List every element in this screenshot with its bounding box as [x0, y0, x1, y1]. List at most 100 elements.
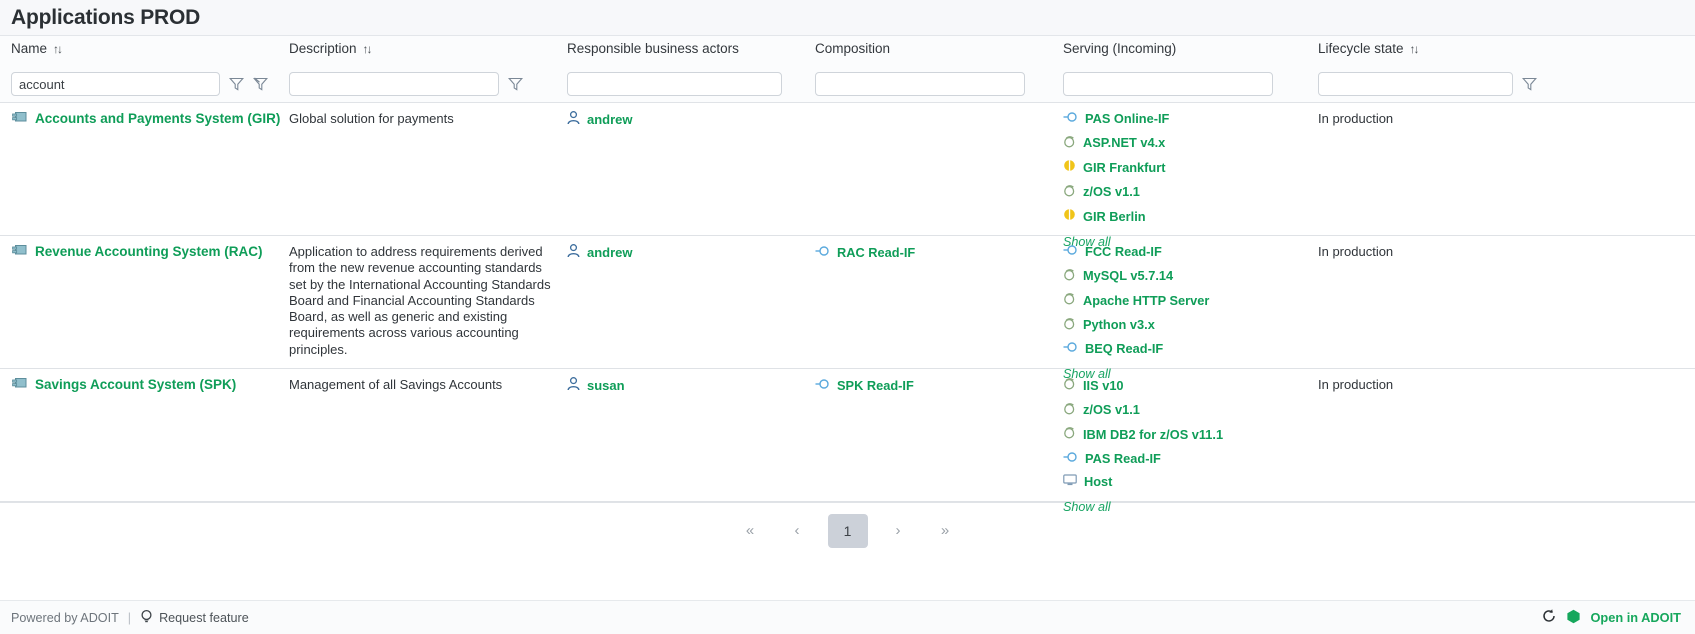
system-software-icon: [1063, 377, 1076, 393]
serving-label: z/OS v1.1: [1083, 184, 1140, 199]
serving-item[interactable]: PAS Read-IF: [1063, 451, 1318, 466]
serving-item[interactable]: GIR Frankfurt: [1063, 159, 1318, 175]
pagination-page-1[interactable]: 1: [827, 513, 868, 548]
open-in-adoit-button[interactable]: Open in ADOIT: [1590, 610, 1681, 625]
column-header-lifecycle-state[interactable]: Lifecycle state ↑↓: [1318, 36, 1695, 56]
refresh-icon[interactable]: [1541, 608, 1557, 627]
powered-by-label: Powered by ADOIT: [11, 610, 119, 625]
sort-toggle-icon[interactable]: ↑↓: [363, 42, 373, 56]
cell-serving-incoming: PAS Online-IF ASP.NET v4.x GIR Frankfurt z/…: [1063, 111, 1318, 249]
serving-label: FCC Read-IF: [1085, 244, 1162, 259]
filter-cell: [0, 72, 289, 96]
sort-toggle-icon[interactable]: ↑↓: [1410, 42, 1420, 56]
serving-item[interactable]: BEQ Read-IF: [1063, 341, 1318, 356]
composition-item[interactable]: RAC Read-IF: [815, 245, 1063, 260]
filter-cell: [567, 72, 815, 96]
serving-item[interactable]: z/OS v1.1: [1063, 184, 1318, 200]
serving-item[interactable]: Python v3.x: [1063, 317, 1318, 333]
serving-label: BEQ Read-IF: [1085, 341, 1164, 356]
serving-item[interactable]: ASP.NET v4.x: [1063, 135, 1318, 151]
interface-icon: [1063, 244, 1078, 259]
clear-filter-icon[interactable]: [252, 77, 269, 91]
serving-label: PAS Read-IF: [1085, 450, 1161, 466]
actor-item[interactable]: andrew: [567, 244, 815, 261]
cell-responsible-actors: andrew: [567, 111, 815, 128]
serving-item[interactable]: FCC Read-IF: [1063, 244, 1318, 259]
filter-cell: [1318, 72, 1695, 96]
footer-right-group: Open in ADOIT: [1541, 608, 1681, 627]
serving-label: IBM DB2 for z/OS v11.1: [1083, 426, 1224, 442]
node-icon: [1063, 208, 1076, 224]
actor-item[interactable]: andrew: [567, 111, 815, 128]
request-feature-button[interactable]: Request feature: [140, 609, 249, 627]
serving-label: IIS v10: [1083, 377, 1124, 393]
filter-input-description[interactable]: [289, 72, 499, 96]
filter-input-composition[interactable]: [815, 72, 1025, 96]
column-header-composition: Composition: [815, 36, 1063, 56]
pagination-last[interactable]: »: [929, 515, 962, 547]
application-name-link[interactable]: Revenue Accounting System (RAC): [35, 244, 263, 260]
interface-icon: [1063, 341, 1078, 356]
cell-composition: [815, 111, 1063, 112]
serving-item[interactable]: MySQL v5.7.14: [1063, 268, 1318, 284]
application-name-link[interactable]: Savings Account System (SPK): [35, 377, 236, 393]
interface-icon: [1063, 451, 1078, 466]
node-icon: [1063, 159, 1076, 175]
serving-item[interactable]: z/OS v1.1: [1063, 402, 1318, 418]
device-icon: [1063, 474, 1077, 489]
column-header-description[interactable]: Description ↑↓: [289, 36, 567, 56]
cell-responsible-actors: susan: [567, 377, 815, 394]
cell-serving-incoming: FCC Read-IF MySQL v5.7.14 Apache HTTP Serv…: [1063, 244, 1318, 381]
serving-label: ASP.NET v4.x: [1083, 135, 1166, 150]
serving-item[interactable]: PAS Online-IF: [1063, 111, 1318, 126]
application-name-link[interactable]: Accounts and Payments System (GIR): [35, 111, 280, 127]
show-all-link[interactable]: Show all: [1063, 500, 1318, 514]
actor-item[interactable]: susan: [567, 377, 815, 394]
system-software-icon: [1063, 135, 1076, 151]
filter-input-lifecycle-state[interactable]: [1318, 72, 1513, 96]
filter-input-name[interactable]: [11, 72, 220, 96]
cell-serving-incoming: IIS v10 z/OS v1.1 IBM DB2 for z/OS v11.1 PA…: [1063, 377, 1318, 514]
lightbulb-icon: [140, 609, 153, 627]
serving-label: MySQL v5.7.14: [1083, 268, 1174, 283]
column-header-serving-incoming: Serving (Incoming): [1063, 36, 1318, 56]
serving-label: GIR Frankfurt: [1083, 159, 1166, 175]
filter-input-serving-incoming[interactable]: [1063, 72, 1273, 96]
filter-funnel-icon[interactable]: [228, 77, 245, 91]
column-header-name[interactable]: Name ↑↓: [0, 36, 289, 56]
business-actor-icon: [567, 244, 580, 261]
serving-item[interactable]: IBM DB2 for z/OS v11.1: [1063, 426, 1318, 442]
serving-label: Host: [1084, 474, 1113, 489]
serving-item[interactable]: IIS v10: [1063, 377, 1318, 393]
interface-icon: [815, 245, 830, 260]
cell-name: Savings Account System (SPK): [0, 377, 289, 393]
cell-name: Accounts and Payments System (GIR): [0, 111, 289, 127]
filter-funnel-icon[interactable]: [507, 77, 524, 91]
column-header-label: Serving (Incoming): [1063, 41, 1177, 56]
serving-item[interactable]: Host: [1063, 474, 1318, 489]
actor-label: susan: [587, 378, 625, 393]
pagination-prev[interactable]: ‹: [781, 515, 814, 547]
serving-item[interactable]: GIR Berlin: [1063, 208, 1318, 224]
serving-label: GIR Berlin: [1083, 208, 1146, 224]
cell-composition: SPK Read-IF: [815, 377, 1063, 393]
cell-lifecycle-state: In production: [1318, 111, 1394, 126]
cell-lifecycle-state: In production: [1318, 377, 1394, 392]
filter-cell: [815, 72, 1063, 96]
pagination-next[interactable]: ›: [882, 515, 915, 547]
filter-cell: [289, 72, 567, 96]
adoit-logo-icon: [1566, 609, 1581, 627]
footer-left-group: Powered by ADOIT | Request feature: [11, 609, 249, 627]
serving-item[interactable]: Apache HTTP Server: [1063, 292, 1318, 308]
sort-toggle-icon[interactable]: ↑↓: [53, 42, 63, 56]
filter-input-responsible-business-actors[interactable]: [567, 72, 782, 96]
pagination-first[interactable]: «: [734, 515, 767, 547]
application-component-icon: [12, 377, 27, 393]
cell-lifecycle-state: In production: [1318, 244, 1394, 259]
composition-item[interactable]: SPK Read-IF: [815, 378, 1063, 393]
filter-funnel-icon[interactable]: [1521, 77, 1538, 91]
column-header-label: Responsible business actors: [567, 41, 739, 56]
filter-cell: [1063, 72, 1318, 96]
cell-composition: RAC Read-IF: [815, 244, 1063, 260]
pagination: « ‹ 1 › »: [0, 502, 1695, 558]
